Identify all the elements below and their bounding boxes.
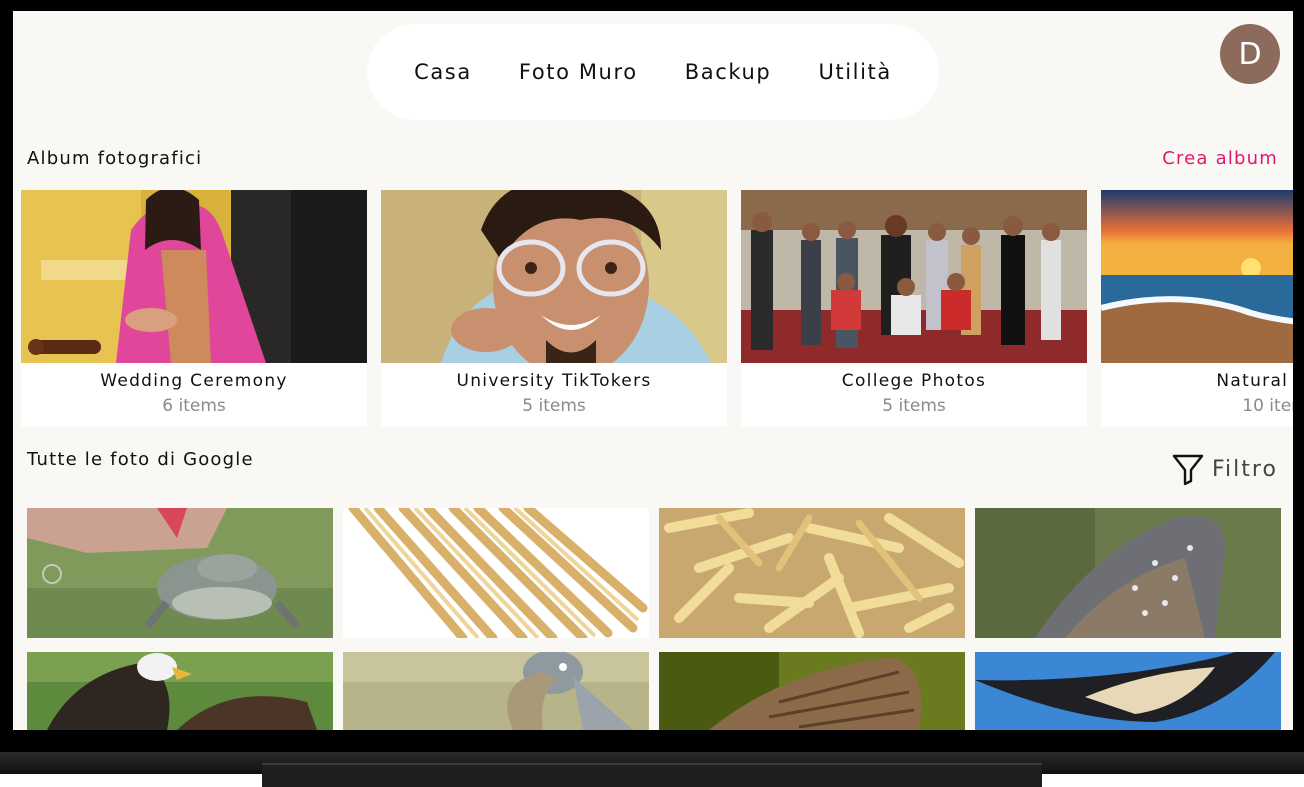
albums-section-title: Album fotografici bbox=[27, 148, 203, 169]
album-name: University TikTokers bbox=[456, 371, 652, 391]
album-thumbnail bbox=[21, 190, 367, 363]
album-count: 5 items bbox=[882, 396, 946, 416]
photo-eagle[interactable] bbox=[27, 652, 333, 730]
album-thumbnail bbox=[741, 190, 1087, 363]
album-count: 10 item bbox=[1242, 396, 1293, 416]
tv-stand bbox=[262, 763, 1042, 787]
album-card-natural[interactable]: Natural Sc 10 item bbox=[1101, 190, 1293, 426]
album-name: Wedding Ceremony bbox=[100, 371, 288, 391]
photo-fries[interactable] bbox=[659, 508, 965, 638]
avatar[interactable]: D bbox=[1220, 24, 1280, 84]
photo-sticks[interactable] bbox=[343, 508, 649, 638]
album-thumbnail bbox=[381, 190, 727, 363]
album-count: 6 items bbox=[162, 396, 226, 416]
photo-sparrow[interactable] bbox=[659, 652, 965, 730]
funnel-icon bbox=[1172, 454, 1204, 485]
nav-item-utilita[interactable]: Utilità bbox=[818, 60, 891, 84]
top-nav: Casa Foto Muro Backup Utilità bbox=[367, 24, 939, 120]
create-album-button[interactable]: Crea album bbox=[1162, 148, 1278, 169]
app-screen: Casa Foto Muro Backup Utilità D Album fo… bbox=[13, 11, 1293, 730]
album-name: College Photos bbox=[841, 371, 987, 391]
album-card-college-photos[interactable]: College Photos 5 items bbox=[741, 190, 1087, 426]
photos-section-title: Tutte le foto di Google bbox=[27, 449, 254, 470]
photo-bird[interactable] bbox=[975, 508, 1281, 638]
album-card-wedding[interactable]: Wedding Ceremony 6 items bbox=[21, 190, 367, 426]
nav-item-casa[interactable]: Casa bbox=[414, 60, 472, 84]
photo-swallow[interactable] bbox=[975, 652, 1281, 730]
nav-item-backup[interactable]: Backup bbox=[685, 60, 772, 84]
album-name: Natural Sc bbox=[1216, 371, 1293, 391]
album-thumbnail bbox=[1101, 190, 1293, 363]
nav-item-foto-muro[interactable]: Foto Muro bbox=[519, 60, 638, 84]
filter-label: Filtro bbox=[1212, 456, 1278, 482]
filter-button[interactable]: Filtro bbox=[1172, 453, 1278, 485]
photo-shoebill[interactable] bbox=[343, 652, 649, 730]
album-carousel: Wedding Ceremony 6 items University TikT… bbox=[21, 190, 1293, 426]
album-card-university-tiktokers[interactable]: University TikTokers 5 items bbox=[381, 190, 727, 426]
photo-iguana[interactable] bbox=[27, 508, 333, 638]
album-count: 5 items bbox=[522, 396, 586, 416]
